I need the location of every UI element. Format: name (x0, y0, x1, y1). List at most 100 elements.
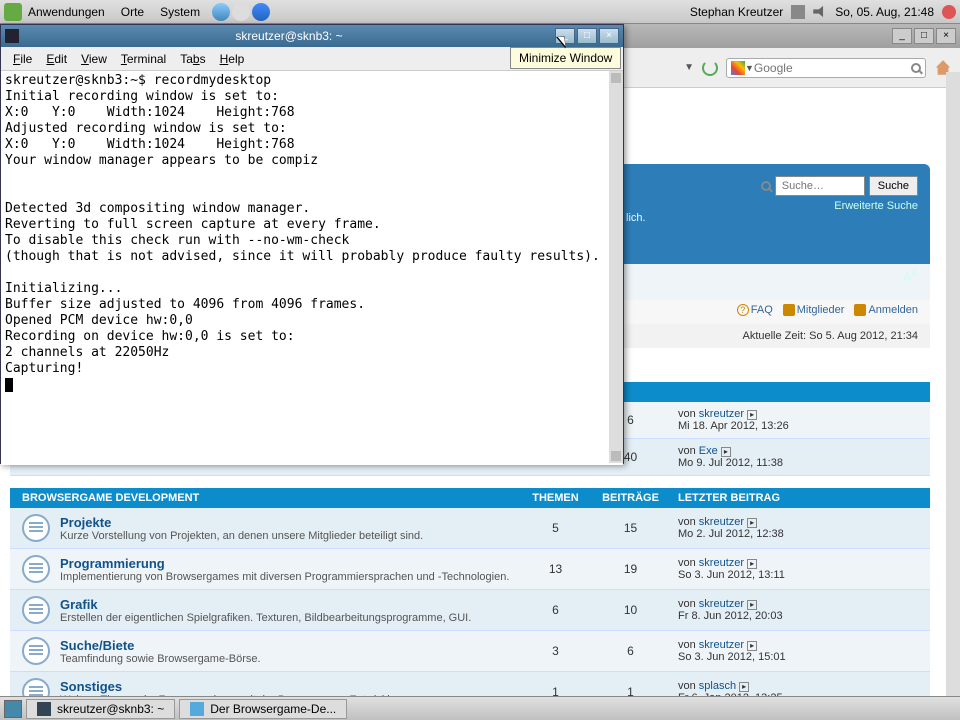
forum-desc: GrafikErstellen der eigentlichen Spielgr… (60, 597, 518, 624)
forum-row[interactable]: ProjekteKurze Vorstellung von Projekten,… (10, 508, 930, 549)
user-link[interactable]: splasch (699, 680, 736, 692)
scroll-up-icon[interactable] (611, 73, 621, 83)
forum-nav-links: ?FAQ Mitglieder Anmelden (737, 304, 918, 316)
goto-icon[interactable]: ▸ (747, 559, 757, 569)
menu-tabs[interactable]: Tabs (174, 50, 211, 68)
forum-title-link[interactable]: Suche/Biete (60, 638, 518, 653)
menu-terminal[interactable]: Terminal (115, 50, 172, 68)
forum-desc-fragment: lich. (626, 212, 646, 224)
goto-icon[interactable]: ▸ (721, 447, 731, 457)
faq-link[interactable]: ?FAQ (737, 304, 773, 316)
forum-desc: ProgrammierungImplementierung von Browse… (60, 556, 518, 583)
user-link[interactable]: skreutzer (699, 557, 744, 569)
shutdown-icon[interactable] (942, 5, 956, 19)
minimize-tooltip: Minimize Window (510, 47, 621, 69)
menu-view[interactable]: View (75, 50, 113, 68)
forum-title-link[interactable]: Programmierung (60, 556, 518, 571)
forum-title-link[interactable]: Projekte (60, 515, 518, 530)
last-post: von skreutzer ▸So 3. Jun 2012, 13:11 (668, 557, 918, 581)
menu-edit[interactable]: Edit (40, 50, 73, 68)
browser-close-button[interactable]: × (936, 28, 956, 44)
menu-file[interactable]: File (7, 50, 38, 68)
advanced-search-link[interactable]: Erweiterte Suche (834, 200, 918, 212)
goto-icon[interactable]: ▸ (747, 410, 757, 420)
topic-count: 6 (518, 603, 593, 617)
taskbar-item-browser[interactable]: Der Browsergame-De... (179, 699, 347, 719)
clock[interactable]: So, 05. Aug, 21:48 (835, 5, 934, 19)
forum-topic-icon (22, 637, 50, 665)
goto-icon[interactable]: ▸ (747, 641, 757, 651)
forum-desc: Suche/BieteTeamfindung sowie Browsergame… (60, 638, 518, 665)
browser-restore-button[interactable]: □ (914, 28, 934, 44)
goto-icon[interactable]: ▸ (747, 518, 757, 528)
menu-applications[interactable]: Anwendungen (22, 3, 111, 21)
forum-row[interactable]: ProgrammierungImplementierung von Browse… (10, 549, 930, 590)
browser-launcher-icon[interactable] (212, 3, 230, 21)
topic-count: 3 (518, 644, 593, 658)
last-post: von skreutzer ▸So 3. Jun 2012, 15:01 (668, 639, 918, 663)
font-size-control[interactable]: AA (903, 268, 918, 284)
goto-icon[interactable]: ▸ (747, 600, 757, 610)
forum-title-link[interactable]: Grafik (60, 597, 518, 612)
taskbar-item-terminal[interactable]: skreutzer@sknb3: ~ (26, 699, 175, 719)
menu-places[interactable]: Orte (115, 3, 150, 21)
terminal-maximize-button[interactable]: □ (577, 28, 597, 44)
terminal-icon (37, 702, 51, 716)
terminal-scrollbar[interactable] (609, 71, 623, 463)
terminal-title: skreutzer@sknb3: ~ (23, 29, 555, 43)
terminal-close-button[interactable]: × (599, 28, 619, 44)
last-post: von skreutzer ▸ Mi 18. Apr 2012, 13:26 (668, 408, 918, 432)
post-count: 6 (593, 644, 668, 658)
user-link[interactable]: skreutzer (699, 598, 744, 610)
top-panel-right: Stephan Kreutzer So, 05. Aug, 21:48 (690, 5, 956, 19)
search-icon[interactable] (911, 63, 921, 73)
forum-search: Suche (761, 176, 918, 196)
help-launcher-icon[interactable] (252, 3, 270, 21)
user-label[interactable]: Stephan Kreutzer (690, 5, 783, 19)
last-post: von skreutzer ▸Fr 8. Jun 2012, 20:03 (668, 598, 918, 622)
terminal-output[interactable]: skreutzer@sknb3:~$ recordmydesktop Initi… (1, 71, 623, 465)
network-icon[interactable] (791, 5, 805, 19)
browser-icon (190, 702, 204, 716)
forum-row[interactable]: Suche/BieteTeamfindung sowie Browsergame… (10, 631, 930, 672)
browser-minimize-button[interactable]: _ (892, 28, 912, 44)
forum-topic-icon (22, 555, 50, 583)
volume-icon[interactable] (813, 5, 827, 19)
post-count: 15 (593, 521, 668, 535)
mail-launcher-icon[interactable] (232, 3, 250, 21)
browser-scrollbar[interactable] (946, 72, 960, 696)
user-link[interactable]: skreutzer (699, 408, 744, 420)
last-post: von Exe ▸ Mo 9. Jul 2012, 11:38 (668, 445, 918, 469)
topic-count: 5 (518, 521, 593, 535)
forum-topic-icon (22, 514, 50, 542)
category-header-2: BROWSERGAME DEVELOPMENT THEMEN BEITRÄGE … (10, 488, 930, 508)
last-post: von skreutzer ▸Mo 2. Jul 2012, 12:38 (668, 516, 918, 540)
scroll-down-icon[interactable] (611, 451, 621, 461)
user-link[interactable]: Exe (699, 445, 718, 457)
forum-desc: ProjekteKurze Vorstellung von Projekten,… (60, 515, 518, 542)
menu-help[interactable]: Help (214, 50, 251, 68)
forum-search-button[interactable]: Suche (869, 176, 918, 196)
gnome-foot-icon (4, 3, 22, 21)
browser-search-box[interactable]: ▼ (726, 58, 926, 78)
post-count: 10 (593, 603, 668, 617)
login-link[interactable]: Anmelden (854, 304, 918, 316)
forum-subtitle: Implementierung von Browsergames mit div… (60, 571, 518, 583)
members-link[interactable]: Mitglieder (783, 304, 845, 316)
terminal-cursor (5, 378, 13, 392)
refresh-icon[interactable] (702, 60, 718, 76)
person-icon (854, 304, 866, 316)
terminal-minimize-button[interactable]: _ (555, 28, 575, 44)
top-panel: Anwendungen Orte System Stephan Kreutzer… (0, 0, 960, 24)
user-link[interactable]: skreutzer (699, 639, 744, 651)
terminal-titlebar[interactable]: skreutzer@sknb3: ~ _ □ × (1, 25, 623, 47)
forum-search-input[interactable] (775, 176, 865, 196)
menu-system[interactable]: System (154, 3, 206, 21)
goto-icon[interactable]: ▸ (739, 682, 749, 692)
forum-row[interactable]: GrafikErstellen der eigentlichen Spielgr… (10, 590, 930, 631)
user-link[interactable]: skreutzer (699, 516, 744, 528)
browser-search-input[interactable] (754, 61, 911, 75)
terminal-app-icon (5, 29, 19, 43)
show-desktop-button[interactable] (4, 700, 22, 718)
forum-title-link[interactable]: Sonstiges (60, 679, 518, 694)
